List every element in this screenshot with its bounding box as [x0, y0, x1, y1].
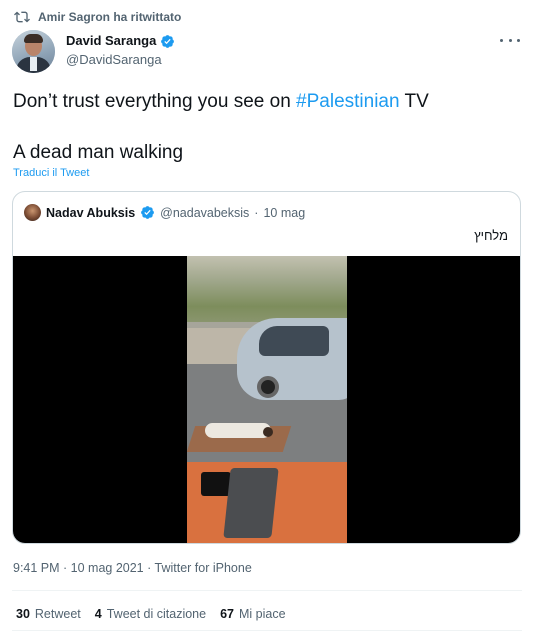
- tweet-timestamp[interactable]: 9:41 PM · 10 mag 2021 · Twitter for iPho…: [13, 561, 252, 575]
- quoted-tweet-header[interactable]: Nadav Abuksis @nadavabeksis · 10 mag: [24, 204, 305, 221]
- quoted-tweet[interactable]: Nadav Abuksis @nadavabeksis · 10 mag מלח…: [12, 191, 521, 544]
- author-name[interactable]: David Saranga: [66, 32, 156, 50]
- quoted-author-name: Nadav Abuksis: [46, 205, 136, 220]
- retweet-context[interactable]: Amir Sagron ha ritwittato: [14, 9, 181, 25]
- tweet-text-line2: A dead man walking: [13, 142, 184, 163]
- quoted-author-avatar: [24, 204, 41, 221]
- tweet-text-before: Don’t trust everything you see on: [13, 91, 297, 112]
- quotes-count: 4: [94, 607, 102, 621]
- more-dot-icon: [500, 38, 503, 42]
- author-avatar[interactable]: [12, 30, 55, 73]
- quotes-label: Tweet di citazione: [106, 607, 207, 621]
- likes-stat[interactable]: 67 Mi piace: [220, 607, 285, 621]
- retweets-label: Retweet: [34, 607, 81, 621]
- tweet-text-after: TV: [399, 91, 429, 112]
- video-frame: [187, 256, 347, 543]
- hashtag-link[interactable]: #Palestinian: [296, 91, 400, 112]
- divider: [12, 630, 522, 631]
- video-player[interactable]: [13, 256, 520, 543]
- retweet-icon: [14, 11, 30, 23]
- author-handle[interactable]: @DavidSaranga: [66, 51, 175, 69]
- verified-badge-icon: [161, 34, 175, 48]
- more-dot-icon: [508, 38, 512, 42]
- more-options-button[interactable]: [500, 32, 520, 48]
- tweet-author[interactable]: David Saranga @DavidSaranga: [12, 30, 175, 73]
- likes-count: 67: [220, 607, 234, 621]
- more-dot-icon: [517, 38, 520, 42]
- translate-tweet-link[interactable]: Traduci il Tweet: [13, 167, 89, 179]
- author-name-row[interactable]: David Saranga: [66, 32, 175, 50]
- quotes-stat[interactable]: 4 Tweet di citazione: [95, 607, 206, 621]
- verified-badge-icon: [141, 206, 155, 219]
- retweets-stat[interactable]: 30 Retweet: [16, 607, 81, 621]
- retweet-context-text[interactable]: Amir Sagron ha ritwittato: [38, 10, 181, 24]
- quoted-tweet-text: מלחיץ: [474, 228, 508, 243]
- quoted-author-handle: @nadavabeksis: [160, 205, 250, 220]
- likes-label: Mi piace: [238, 607, 286, 621]
- divider: [12, 590, 522, 591]
- quoted-separator: ·: [254, 205, 259, 220]
- engagement-stats: 30 Retweet 4 Tweet di citazione 67 Mi piace: [16, 607, 286, 621]
- quoted-date: 10 mag: [263, 205, 306, 220]
- retweets-count: 30: [16, 607, 30, 621]
- tweet-text: Don’t trust everything you see on #Pales…: [13, 89, 429, 115]
